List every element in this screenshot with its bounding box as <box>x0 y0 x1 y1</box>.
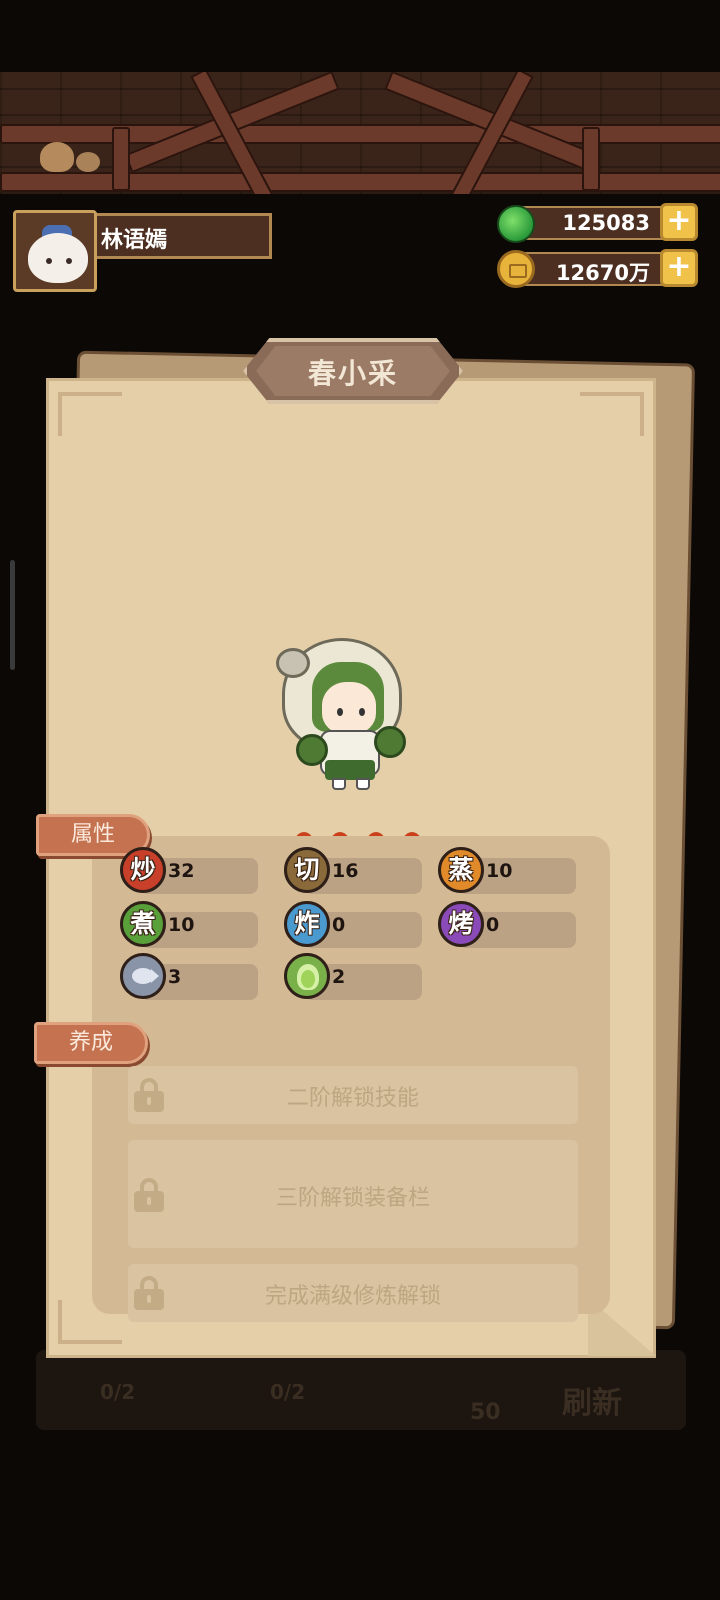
stat-skill-icon[interactable]: 烤 <box>438 901 484 947</box>
character-foot <box>356 778 370 790</box>
character-skirt <box>325 760 375 780</box>
locked-skill-slot[interactable]: 二阶解锁技能 <box>128 1066 578 1124</box>
stat-value: 0 <box>332 914 346 936</box>
character-foot <box>332 778 346 790</box>
stat-value: 10 <box>168 914 195 936</box>
locked-skill-text: 二阶解锁技能 <box>286 1086 419 1111</box>
player-avatar[interactable] <box>13 210 97 292</box>
character-face <box>322 682 376 734</box>
stat-value: 10 <box>486 860 513 882</box>
locked-training-slot[interactable]: 完成满级修炼解锁 <box>128 1264 578 1322</box>
background-cost: 50 <box>470 1400 501 1425</box>
player-name: 林语嫣 <box>101 228 168 253</box>
card-corner-ornament <box>580 392 644 436</box>
stat-skill-icon[interactable]: 蒸 <box>438 847 484 893</box>
locked-equipment-text: 三阶解锁装备栏 <box>275 1186 430 1211</box>
character-eye <box>359 708 365 716</box>
background-count-mid: 0/2 <box>270 1380 306 1404</box>
card-corner-ornament <box>58 392 122 436</box>
add-coins-button[interactable]: + <box>660 249 698 287</box>
character-pompom <box>374 726 406 758</box>
character-eye <box>337 708 343 716</box>
stat-value: 2 <box>332 966 346 988</box>
stat-skill-icon[interactable]: 炒 <box>120 847 166 893</box>
stat-skill-icon[interactable]: 切 <box>284 847 330 893</box>
scroll-indicator <box>10 560 15 670</box>
character-pompom <box>296 734 328 766</box>
stat-value: 32 <box>168 860 195 882</box>
character-name: 春小采 <box>307 357 398 390</box>
locked-equipment-slot[interactable]: 三阶解锁装备栏 <box>128 1140 578 1248</box>
locked-training-text: 完成满级修炼解锁 <box>264 1284 441 1309</box>
stat-value: 3 <box>168 966 182 988</box>
character-hood-ear <box>276 648 310 678</box>
coin-amount: 12670万 <box>555 261 650 285</box>
stat-skill-icon[interactable]: 炸 <box>284 901 330 947</box>
cabbage-icon[interactable] <box>284 953 330 999</box>
jade-amount: 125083 <box>562 211 650 235</box>
stat-value: 0 <box>486 914 500 936</box>
background-refresh-button: 刷新 <box>562 1386 622 1421</box>
stat-value: 16 <box>332 860 359 882</box>
roof-beam-scenery <box>0 72 720 194</box>
add-jade-button[interactable]: + <box>660 203 698 241</box>
fish-icon[interactable] <box>120 953 166 999</box>
stat-skill-icon[interactable]: 煮 <box>120 901 166 947</box>
background-count-left: 0/2 <box>100 1380 136 1404</box>
tab-cultivation[interactable]: 养成 <box>34 1022 148 1064</box>
